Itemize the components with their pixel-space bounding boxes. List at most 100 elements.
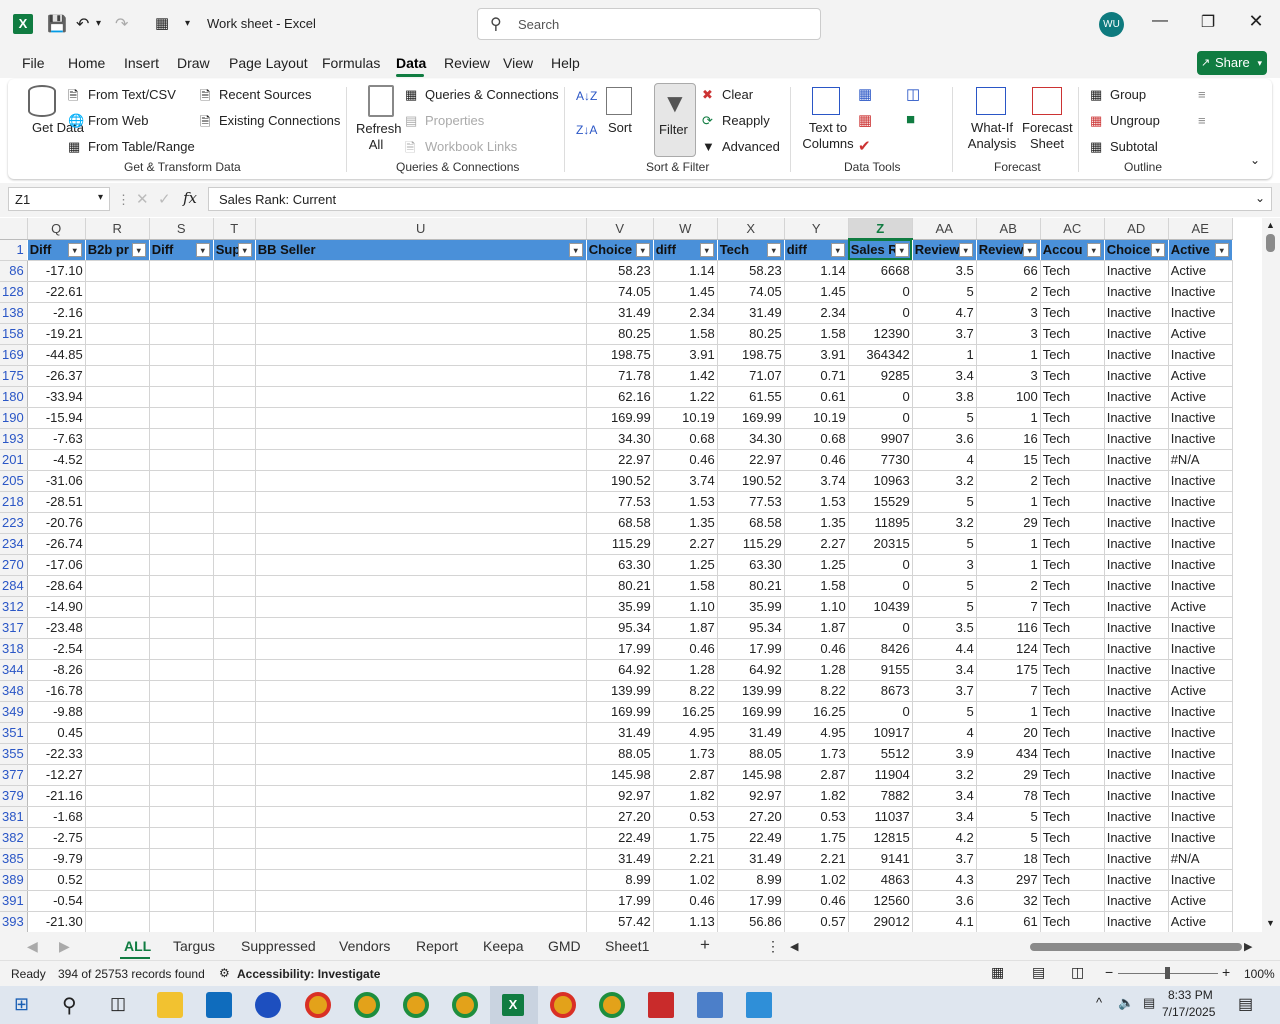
cell-w[interactable]: 1.58 [653, 575, 718, 597]
row-header[interactable]: 348 [0, 680, 28, 702]
chrome-profile-icon[interactable] [354, 992, 380, 1018]
cell-ac[interactable]: Tech [1040, 827, 1105, 849]
row-header[interactable]: 205 [0, 470, 28, 492]
existing-connections-button[interactable]: Existing Connections [219, 113, 340, 128]
ungroup-button[interactable]: Ungroup [1110, 113, 1160, 128]
cell-ae[interactable]: Active [1168, 323, 1233, 345]
cell-y[interactable]: 3.74 [784, 470, 849, 492]
cell-w[interactable]: 2.21 [653, 848, 718, 870]
excel-taskbar-icon[interactable]: X [502, 994, 524, 1016]
cell-s[interactable] [149, 848, 214, 870]
cell-r[interactable] [85, 386, 150, 408]
cell-ac[interactable]: Tech [1040, 911, 1105, 932]
show-detail-icon[interactable]: ≡ [1198, 87, 1206, 102]
cell-aa[interactable]: 3.4 [912, 365, 977, 387]
column-title-u[interactable]: BB Seller ▾ [255, 239, 587, 261]
cell-v[interactable]: 198.75 [586, 344, 654, 366]
cell-z[interactable]: 9141 [848, 848, 913, 870]
cell-ab[interactable]: 78 [976, 785, 1041, 807]
cell-q[interactable]: -9.88 [27, 701, 86, 723]
cell-y[interactable]: 1.58 [784, 575, 849, 597]
cell-z[interactable]: 8426 [848, 638, 913, 660]
cell-ab[interactable]: 124 [976, 638, 1041, 660]
menu-page-layout[interactable]: Page Layout [229, 55, 308, 71]
cell-aa[interactable]: 5 [912, 701, 977, 723]
cell-r[interactable] [85, 869, 150, 891]
cell-u[interactable] [255, 281, 587, 303]
cell-ad[interactable]: Inactive [1104, 743, 1169, 765]
cell-s[interactable] [149, 890, 214, 912]
cell-x[interactable]: 145.98 [717, 764, 785, 786]
cell-ae[interactable]: Inactive [1168, 302, 1233, 324]
cell-s[interactable] [149, 365, 214, 387]
cell-v[interactable]: 31.49 [586, 302, 654, 324]
cell-v[interactable]: 92.97 [586, 785, 654, 807]
row-header[interactable]: 180 [0, 386, 28, 408]
row-header[interactable]: 138 [0, 302, 28, 324]
cell-q[interactable]: -1.68 [27, 806, 86, 828]
group-button[interactable]: Group [1110, 87, 1146, 102]
cell-w[interactable]: 1.10 [653, 596, 718, 618]
cell-x[interactable]: 198.75 [717, 344, 785, 366]
column-header-x[interactable]: X [717, 218, 785, 240]
cell-ab[interactable]: 7 [976, 596, 1041, 618]
filter-dropdown-icon[interactable]: ▾ [830, 242, 845, 257]
row-header[interactable]: 344 [0, 659, 28, 681]
cell-q[interactable]: -22.61 [27, 281, 86, 303]
cell-z[interactable]: 0 [848, 386, 913, 408]
cell-q[interactable]: -33.94 [27, 386, 86, 408]
cell-s[interactable] [149, 764, 214, 786]
cell-s[interactable] [149, 806, 214, 828]
cell-z[interactable]: 8673 [848, 680, 913, 702]
cell-w[interactable]: 10.19 [653, 407, 718, 429]
cell-v[interactable]: 169.99 [586, 701, 654, 723]
cell-u[interactable] [255, 848, 587, 870]
page-break-view-icon[interactable]: ◫ [1071, 964, 1084, 981]
row-header[interactable]: 190 [0, 407, 28, 429]
flash-fill-icon[interactable]: ▦ [858, 85, 872, 103]
cell-z[interactable]: 364342 [848, 344, 913, 366]
cell-w[interactable]: 1.42 [653, 365, 718, 387]
column-title-x[interactable]: Tech ▾ [717, 239, 785, 261]
cell-x[interactable]: 31.49 [717, 848, 785, 870]
cell-s[interactable] [149, 659, 214, 681]
cell-ac[interactable]: Tech [1040, 470, 1105, 492]
more-options-icon[interactable]: ⋮ [117, 192, 130, 208]
cell-ac[interactable]: Tech [1040, 743, 1105, 765]
cell-r[interactable] [85, 491, 150, 513]
avatar[interactable]: WU [1099, 12, 1124, 37]
cell-ae[interactable]: Active [1168, 386, 1233, 408]
cell-w[interactable]: 0.46 [653, 890, 718, 912]
cell-ae[interactable]: Inactive [1168, 743, 1233, 765]
cell-t[interactable] [213, 701, 256, 723]
cell-v[interactable]: 71.78 [586, 365, 654, 387]
column-title-v[interactable]: Choice ▾ [586, 239, 654, 261]
chrome-profile-icon[interactable] [599, 992, 625, 1018]
cell-r[interactable] [85, 743, 150, 765]
minimize-icon[interactable]: — [1145, 12, 1175, 30]
cell-q[interactable]: -22.33 [27, 743, 86, 765]
cell-ae[interactable]: #N/A [1168, 449, 1233, 471]
cell-s[interactable] [149, 470, 214, 492]
cell-ab[interactable]: 116 [976, 617, 1041, 639]
cell-v[interactable]: 80.25 [586, 323, 654, 345]
zoom-slider-thumb[interactable] [1165, 967, 1170, 979]
column-header-q[interactable]: Q [27, 218, 86, 240]
cell-w[interactable]: 1.22 [653, 386, 718, 408]
cell-x[interactable]: 68.58 [717, 512, 785, 534]
cell-x[interactable]: 61.55 [717, 386, 785, 408]
cell-ad[interactable]: Inactive [1104, 785, 1169, 807]
filezilla-icon[interactable] [648, 992, 674, 1018]
cell-q[interactable]: -16.78 [27, 680, 86, 702]
cell-ab[interactable]: 29 [976, 512, 1041, 534]
cell-u[interactable] [255, 785, 587, 807]
cell-u[interactable] [255, 743, 587, 765]
cell-r[interactable] [85, 638, 150, 660]
filter-dropdown-icon[interactable]: ▾ [766, 242, 781, 257]
cell-u[interactable] [255, 554, 587, 576]
cell-v[interactable]: 31.49 [586, 848, 654, 870]
cell-t[interactable] [213, 512, 256, 534]
page-layout-view-icon[interactable]: ▤ [1032, 964, 1045, 981]
cell-ae[interactable]: Inactive [1168, 701, 1233, 723]
cell-s[interactable] [149, 722, 214, 744]
